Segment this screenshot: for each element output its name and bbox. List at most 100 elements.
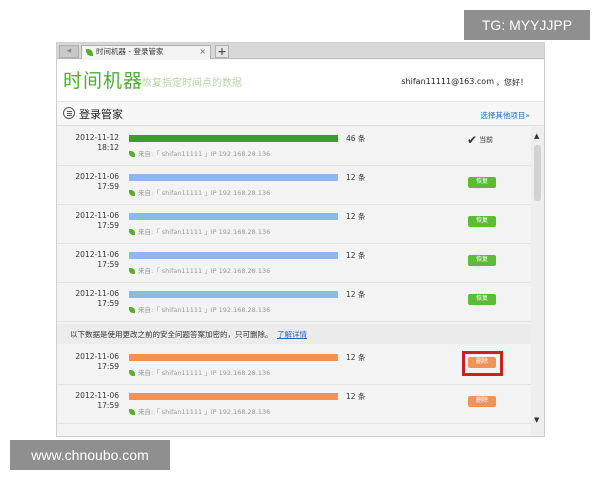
snapshot-time: 17:59 (97, 182, 119, 191)
delete-button[interactable]: 删除 (468, 396, 496, 407)
leaf-icon (129, 229, 135, 235)
snapshot-time: 17:59 (97, 401, 119, 410)
record-count-bar (129, 213, 338, 220)
leaf-icon (129, 190, 135, 196)
snapshot-date: 2012-11-06 (75, 289, 119, 298)
record-count: 12 条 (346, 212, 366, 221)
record-count-bar (129, 135, 338, 142)
scroll-down-icon[interactable]: ▼ (534, 416, 539, 424)
record-count: 46 条 (346, 134, 366, 143)
snapshot-source-text: 来自:「 shifan11111 」IP 192.168.28.136 (138, 306, 271, 314)
snapshot-source: 来自:「 shifan11111 」IP 192.168.28.136 (129, 148, 270, 158)
learn-more-link[interactable]: 了解详情 (277, 329, 307, 340)
snapshot-source-text: 来自:「 shifan11111 」IP 192.168.28.136 (138, 408, 271, 416)
tab-title: 时间机器 - 登录管家 (96, 47, 164, 56)
snapshot-source: 来自:「 shifan11111 」IP 192.168.28.136 (129, 304, 270, 314)
snapshot-source: 来自:「 shifan11111 」IP 192.168.28.136 (129, 406, 270, 416)
snapshot-row: 2012-11-12 18:12 46 条来自:「 shifan11111 」IP … (57, 127, 533, 166)
record-count: 12 条 (346, 173, 366, 182)
snapshot-source-text: 来自:「 shifan11111 」IP 192.168.28.136 (138, 267, 271, 275)
record-count: 12 条 (346, 290, 366, 299)
snapshot-source: 来自:「 shifan11111 」IP 192.168.28.136 (129, 187, 270, 197)
notice-text: 以下数据是使用更改之前的安全问题答案加密的，只可删除。 (70, 330, 273, 339)
watermark-top: TG: MYYJJPP (464, 10, 590, 40)
snapshot-source-text: 来自:「 shifan11111 」IP 192.168.28.136 (138, 150, 271, 158)
snapshot-source: 来自:「 shifan11111 」IP 192.168.28.136 (129, 226, 270, 236)
snapshot-datetime: 2012-11-06 17:59 (63, 250, 119, 270)
panel-header: 登录管家 选择其他项目» (57, 102, 544, 126)
snapshot-date: 2012-11-06 (75, 172, 119, 181)
snapshot-time: 18:12 (97, 143, 119, 152)
restore-button[interactable]: 恢复 (468, 255, 496, 266)
record-count-bar (129, 174, 338, 181)
snapshot-date: 2012-11-06 (75, 352, 119, 361)
snapshot-source-text: 来自:「 shifan11111 」IP 192.168.28.136 (138, 369, 271, 377)
record-count-bar (129, 291, 338, 298)
restore-button[interactable]: 恢复 (468, 294, 496, 305)
snapshot-datetime: 2012-11-06 17:59 (63, 391, 119, 411)
page-title: 时间机器 (63, 70, 144, 92)
new-tab-button[interactable]: + (215, 45, 229, 58)
snapshot-datetime: 2012-11-12 18:12 (63, 133, 119, 153)
snapshot-datetime: 2012-11-06 17:59 (63, 289, 119, 309)
record-count-bar (129, 252, 338, 259)
snapshot-datetime: 2012-11-06 17:59 (63, 172, 119, 192)
record-count-bar (129, 354, 338, 361)
snapshot-row: 2012-11-06 17:59 12 条来自:「 shifan11111 」IP … (57, 166, 533, 205)
page-header: 时间机器 恢复指定时间点的数据 shifan11111@163.com ，您好！ (57, 60, 544, 102)
scroll-up-icon[interactable]: ▲ (534, 132, 539, 140)
record-count: 12 条 (346, 392, 366, 401)
record-count: 12 条 (346, 251, 366, 260)
snapshot-source-text: 来自:「 shifan11111 」IP 192.168.28.136 (138, 189, 271, 197)
leaf-icon (129, 370, 135, 376)
list-icon (63, 107, 75, 119)
restore-button[interactable]: 恢复 (468, 216, 496, 227)
scrollbar[interactable]: ▲ ▼ (531, 127, 544, 436)
current-indicator: ✔ 当前 (467, 133, 493, 147)
snapshot-time: 17:59 (97, 362, 119, 371)
snapshot-source-text: 来自:「 shifan11111 」IP 192.168.28.136 (138, 228, 271, 236)
tab-time-machine[interactable]: 时间机器 - 登录管家 × (81, 45, 211, 59)
record-count: 12 条 (346, 353, 366, 362)
close-tab-icon[interactable]: × (199, 46, 206, 58)
browser-window: ◂ 时间机器 - 登录管家 × + 时间机器 恢复指定时间点的数据 shifan… (56, 42, 545, 437)
user-email[interactable]: shifan11111@163.com (401, 77, 494, 86)
encrypted-snapshot-row: 2012-11-06 17:59 12 条来自:「 shifan11111 」IP … (57, 346, 533, 385)
snapshot-time: 17:59 (97, 299, 119, 308)
snapshot-datetime: 2012-11-06 17:59 (63, 211, 119, 231)
tab-bar: ◂ 时间机器 - 登录管家 × + (57, 43, 544, 59)
user-greeting: ，您好！ (496, 78, 528, 87)
scroll-thumb[interactable] (534, 145, 541, 201)
encrypted-data-notice: 以下数据是使用更改之前的安全问题答案加密的，只可删除。 了解详情 (57, 324, 533, 344)
login-manager-panel: 登录管家 选择其他项目» 2012-11-12 18:12 46 条来自:「 shi… (57, 102, 544, 436)
snapshot-time: 17:59 (97, 260, 119, 269)
snapshot-list: 2012-11-12 18:12 46 条来自:「 shifan11111 」IP … (57, 127, 533, 436)
snapshot-row: 2012-11-06 17:59 12 条来自:「 shifan11111 」IP … (57, 244, 533, 283)
snapshot-date: 2012-11-12 (75, 133, 119, 142)
leaf-icon (129, 409, 135, 415)
panel-title: 登录管家 (79, 108, 123, 121)
snapshot-time: 17:59 (97, 221, 119, 230)
restore-button[interactable]: 恢复 (468, 177, 496, 188)
leaf-icon (86, 49, 93, 56)
snapshot-datetime: 2012-11-06 17:59 (63, 352, 119, 372)
page-subtitle: 恢复指定时间点的数据 (142, 78, 242, 89)
snapshot-source: 来自:「 shifan11111 」IP 192.168.28.136 (129, 367, 270, 377)
highlight-box (462, 351, 503, 376)
record-count-bar (129, 393, 338, 400)
snapshot-date: 2012-11-06 (75, 391, 119, 400)
encrypted-snapshot-row: 2012-11-06 17:59 12 条来自:「 shifan11111 」IP … (57, 385, 533, 424)
leaf-icon (129, 151, 135, 157)
checkmark-icon: ✔ (467, 133, 478, 147)
snapshot-row: 2012-11-06 17:59 12 条来自:「 shifan11111 」IP … (57, 205, 533, 244)
snapshot-date: 2012-11-06 (75, 250, 119, 259)
current-label: 当前 (479, 136, 494, 144)
leaf-icon (129, 307, 135, 313)
watermark-bottom: www.chnoubo.com (10, 440, 170, 470)
snapshot-date: 2012-11-06 (75, 211, 119, 220)
snapshot-source: 来自:「 shifan11111 」IP 192.168.28.136 (129, 265, 270, 275)
select-other-item-link[interactable]: 选择其他项目» (480, 110, 530, 121)
snapshot-row: 2012-11-06 17:59 12 条来自:「 shifan11111 」IP … (57, 283, 533, 322)
leaf-icon (129, 268, 135, 274)
tab-scroll-left[interactable]: ◂ (59, 45, 79, 58)
